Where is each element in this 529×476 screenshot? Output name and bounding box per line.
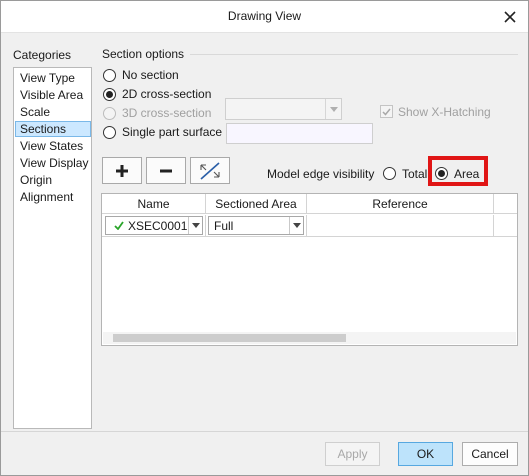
title-bar: Drawing View [1, 1, 528, 33]
category-alignment[interactable]: Alignment [15, 189, 91, 205]
sectioned-area-dropdown[interactable]: Full [208, 216, 304, 235]
cross-section-2d-label: 2D cross-section [122, 87, 212, 101]
apply-button[interactable]: Apply [325, 442, 380, 466]
single-part-surface-radio[interactable] [103, 126, 116, 139]
categories-list: View Type Visible Area Scale Sections Vi… [13, 67, 92, 429]
category-view-type[interactable]: View Type [15, 70, 91, 86]
cross-section-3d-dropdown[interactable] [225, 98, 342, 120]
check-icon [382, 108, 391, 116]
column-header-name[interactable]: Name [102, 194, 206, 214]
valid-check-icon [114, 221, 124, 230]
show-x-hatching-label: Show X-Hatching [398, 105, 491, 119]
category-origin[interactable]: Origin [15, 172, 91, 188]
cross-section-2d-radio[interactable] [103, 88, 116, 101]
highlight-box [428, 156, 488, 186]
sectioned-area-cell: Full [206, 215, 307, 237]
footer-divider [1, 431, 528, 432]
filler-cell [494, 215, 517, 237]
visibility-total-label: Total [402, 167, 428, 181]
dialog-title: Drawing View [227, 9, 302, 23]
no-section-radio[interactable] [103, 69, 116, 82]
close-icon [504, 11, 516, 23]
section-name-value: XSEC0001 [128, 219, 188, 233]
remove-button[interactable] [146, 157, 186, 184]
column-header-filler [494, 194, 517, 214]
reference-cell[interactable] [307, 215, 494, 237]
close-button[interactable] [500, 7, 520, 27]
ok-button[interactable]: OK [398, 442, 453, 466]
name-dropdown[interactable]: XSEC0001 [105, 216, 203, 235]
sections-table: Name Sectioned Area Reference XSEC0001 F… [101, 193, 518, 346]
horizontal-scrollbar[interactable] [103, 332, 516, 344]
minus-icon [160, 169, 172, 172]
category-scale[interactable]: Scale [15, 104, 91, 120]
chevron-down-icon [329, 106, 338, 112]
chevron-down-icon [292, 223, 301, 228]
scrollbar-thumb[interactable] [113, 334, 346, 342]
name-cell: XSEC0001 [102, 215, 206, 237]
section-options-label: Section options [102, 47, 185, 61]
column-header-sectioned-area[interactable]: Sectioned Area [206, 194, 307, 214]
category-visible-area[interactable]: Visible Area [15, 87, 91, 103]
single-part-surface-label: Single part surface [122, 125, 223, 139]
drawing-view-dialog: Drawing View Categories View Type Visibl… [0, 0, 529, 476]
cross-section-3d-radio[interactable] [103, 107, 116, 120]
plus-icon [116, 164, 128, 177]
column-header-reference[interactable]: Reference [307, 194, 494, 214]
categories-label: Categories [13, 48, 72, 62]
add-button[interactable] [102, 157, 142, 184]
chevron-down-icon [191, 223, 200, 228]
no-section-label: No section [122, 68, 179, 82]
cross-section-3d-label: 3D cross-section [122, 106, 212, 120]
flip-direction-button[interactable] [190, 157, 230, 184]
group-divider [190, 54, 518, 55]
sectioned-area-value: Full [214, 219, 234, 233]
category-view-states[interactable]: View States [15, 138, 91, 154]
category-view-display[interactable]: View Display [15, 155, 91, 171]
show-x-hatching-checkbox[interactable] [380, 105, 393, 118]
visibility-total-radio[interactable] [383, 167, 396, 180]
category-sections[interactable]: Sections [15, 121, 91, 137]
flip-arrows-icon [200, 161, 220, 180]
model-edge-visibility-label: Model edge visibility [267, 167, 375, 181]
cancel-button[interactable]: Cancel [462, 442, 518, 466]
single-part-surface-field[interactable] [226, 123, 373, 144]
